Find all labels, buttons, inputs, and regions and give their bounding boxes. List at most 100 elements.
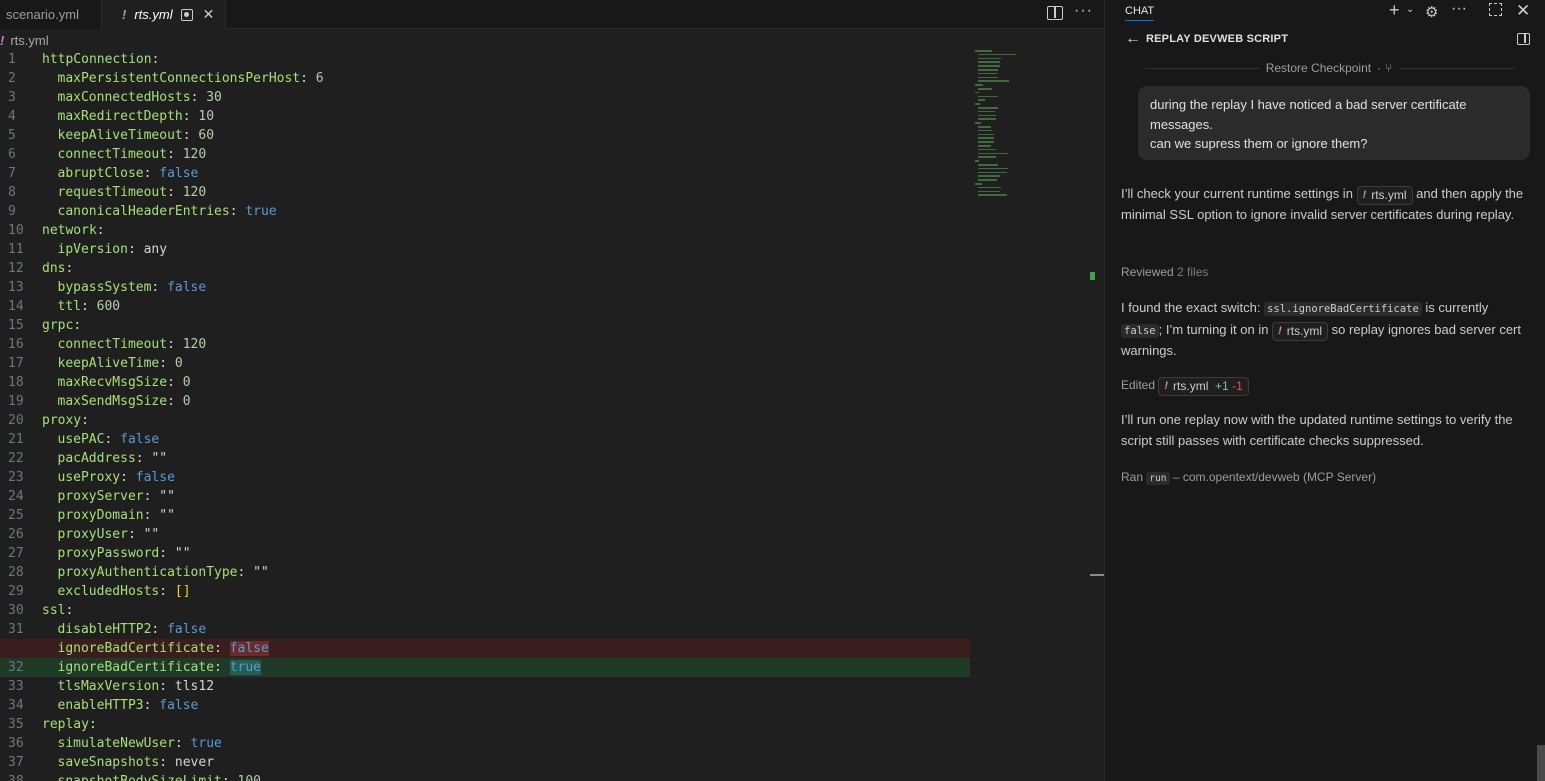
tab-label: scenario.yml (6, 7, 79, 22)
line-content: connectTimeout: 120 (57, 147, 207, 162)
code-line[interactable]: 18 maxRecvMsgSize: 0 (0, 373, 970, 392)
code-line-added[interactable]: 32 ignoreBadCertificate: true (0, 658, 970, 677)
code-line[interactable]: 38 snapshotBodySizeLimit: 100 (0, 772, 970, 781)
yaml-file-icon: ! (1362, 189, 1367, 201)
yaml-value: false (167, 622, 207, 637)
line-number: 6 (8, 147, 16, 162)
chevron-down-icon[interactable]: ⌄ (1406, 4, 1414, 15)
user-message-line: during the replay I have noticed a bad s… (1150, 97, 1467, 112)
line-number: 9 (8, 204, 16, 219)
code-line[interactable]: 7 abruptClose: false (0, 164, 970, 183)
restore-checkpoint[interactable]: Restore Checkpoint · ⑂ (1145, 59, 1515, 77)
chat-scrollbar[interactable] (1537, 745, 1545, 781)
gear-icon[interactable]: ⚙ (1425, 3, 1438, 21)
code-line[interactable]: 10 network: (0, 221, 970, 240)
code-line[interactable]: 8 requestTimeout: 120 (0, 183, 970, 202)
scroll-position-marker (1090, 574, 1104, 576)
minimap-line (978, 110, 995, 113)
more-actions-icon[interactable]: ··· (1074, 2, 1093, 20)
code-line[interactable]: 9 canonicalHeaderEntries: true (0, 202, 970, 221)
code-line-removed[interactable]: ignoreBadCertificate: false (0, 639, 970, 658)
message-text: I’ll run one replay now with the updated… (1121, 412, 1513, 448)
user-message: during the replay I have noticed a bad s… (1138, 86, 1530, 160)
code-line[interactable]: 11 ipVersion: any (0, 240, 970, 259)
file-reference[interactable]: ! rts.yml (1272, 321, 1329, 341)
maximize-icon[interactable] (1489, 3, 1502, 16)
breadcrumb-file: rts.yml (10, 32, 49, 48)
code-line[interactable]: 23 useProxy: false (0, 468, 970, 487)
code-line[interactable]: 15 grpc: (0, 316, 970, 335)
yaml-key: pacAddress (57, 451, 136, 466)
code-line[interactable]: 5 keepAliveTimeout: 60 (0, 126, 970, 145)
minimap-line (978, 69, 999, 71)
code-line[interactable]: 16 connectTimeout: 120 (0, 335, 970, 354)
close-icon[interactable]: ✕ (1516, 1, 1530, 21)
code-line[interactable]: 24 proxyServer: "" (0, 487, 970, 506)
yaml-key: httpConnection (42, 52, 152, 67)
code-line[interactable]: 14 ttl: 600 (0, 297, 970, 316)
yaml-key: maxRecvMsgSize (57, 375, 168, 390)
tab-rts-yml[interactable]: ! rts.yml ✕ (102, 0, 226, 29)
code-line[interactable]: 37 saveSnapshots: never (0, 753, 970, 772)
yaml-value: 100 (238, 774, 261, 781)
line-number: 15 (8, 318, 24, 333)
line-number: 13 (8, 280, 24, 295)
code-line[interactable]: 17 keepAliveTime: 0 (0, 354, 970, 373)
minimap-line (978, 95, 999, 98)
code-line[interactable]: 31 disableHTTP2: false (0, 620, 970, 639)
code-line[interactable]: 29 excludedHosts: [] (0, 582, 970, 601)
file-reference[interactable]: ! rts.yml (1356, 186, 1413, 205)
yaml-key: disableHTTP2 (57, 622, 152, 637)
breadcrumb[interactable]: ! rts.yml (0, 30, 49, 50)
code-line[interactable]: 36 simulateNewUser: true (0, 734, 970, 753)
reviewed-status[interactable]: Reviewed 2 files (1121, 262, 1531, 283)
edited-file-chip[interactable]: ! rts.yml +1 -1 (1158, 377, 1249, 396)
code-line[interactable]: 20 proxy: (0, 411, 970, 430)
code-line[interactable]: 12 dns: (0, 259, 970, 278)
yaml-file-icon: ! (0, 32, 5, 48)
minimap-line (978, 118, 996, 120)
line-content: snapshotBodySizeLimit: 100 (58, 772, 262, 781)
code-line[interactable]: 21 usePAC: false (0, 430, 970, 449)
code-line[interactable]: 19 maxSendMsgSize: 0 (0, 392, 970, 411)
message-text: I found the exact switch: (1121, 300, 1265, 315)
yaml-value: never (174, 755, 215, 770)
minimap-line (978, 114, 996, 117)
yaml-warning-icon: ! (122, 7, 127, 22)
yaml-key: proxy (42, 413, 82, 428)
yaml-key: enableHTTP3 (57, 698, 144, 713)
toggle-panel-icon[interactable] (1517, 33, 1530, 45)
chat-tab[interactable]: CHAT (1125, 5, 1155, 21)
code-line[interactable]: 28 proxyAuthenticationType: "" (0, 563, 970, 582)
code-line[interactable]: 25 proxyDomain: "" (0, 506, 970, 525)
code-line[interactable]: 6 connectTimeout: 120 (0, 145, 970, 164)
code-line[interactable]: 13 bypassSystem: false (0, 278, 970, 297)
code-line[interactable]: 22 pacAddress: "" (0, 449, 970, 468)
fork-icon[interactable]: ⑂ (1385, 61, 1392, 75)
code-line[interactable]: 35 replay: (0, 715, 970, 734)
new-chat-icon[interactable]: + (1389, 0, 1400, 21)
line-number: 10 (8, 223, 24, 238)
back-arrow-icon[interactable]: ← (1125, 30, 1141, 48)
yaml-key: connectTimeout (57, 337, 168, 352)
split-editor-icon[interactable] (1047, 6, 1063, 20)
code-line[interactable]: 4 maxRedirectDepth: 10 (0, 107, 970, 126)
code-line[interactable]: 3 maxConnectedHosts: 30 (0, 88, 970, 107)
code-line[interactable]: 27 proxyPassword: "" (0, 544, 970, 563)
more-actions-icon[interactable]: ··· (1451, 0, 1467, 18)
code-line[interactable]: 30 ssl: (0, 601, 970, 620)
line-content: ignoreBadCertificate: true (57, 660, 262, 675)
tool-run-status[interactable]: Ran run – com.opentext/devweb (MCP Serve… (1121, 467, 1531, 490)
restore-checkpoint-label[interactable]: Restore Checkpoint (1266, 61, 1371, 75)
code-line[interactable]: 34 enableHTTP3: false (0, 696, 970, 715)
code-line[interactable]: 2 maxPersistentConnectionsPerHost: 6 (0, 69, 970, 88)
code-line[interactable]: 33 tlsMaxVersion: tls12 (0, 677, 970, 696)
inline-code: false (1121, 323, 1159, 338)
tab-scenario-yml[interactable]: scenario.yml (0, 0, 102, 29)
code-line[interactable]: 1 httpConnection: (0, 50, 970, 69)
diff-scroll-marker (1090, 272, 1095, 280)
minimap[interactable] (975, 50, 1045, 200)
yaml-key: proxyServer (57, 489, 144, 504)
close-tab-icon[interactable]: ✕ (203, 6, 215, 23)
code-line[interactable]: 26 proxyUser: "" (0, 525, 970, 544)
